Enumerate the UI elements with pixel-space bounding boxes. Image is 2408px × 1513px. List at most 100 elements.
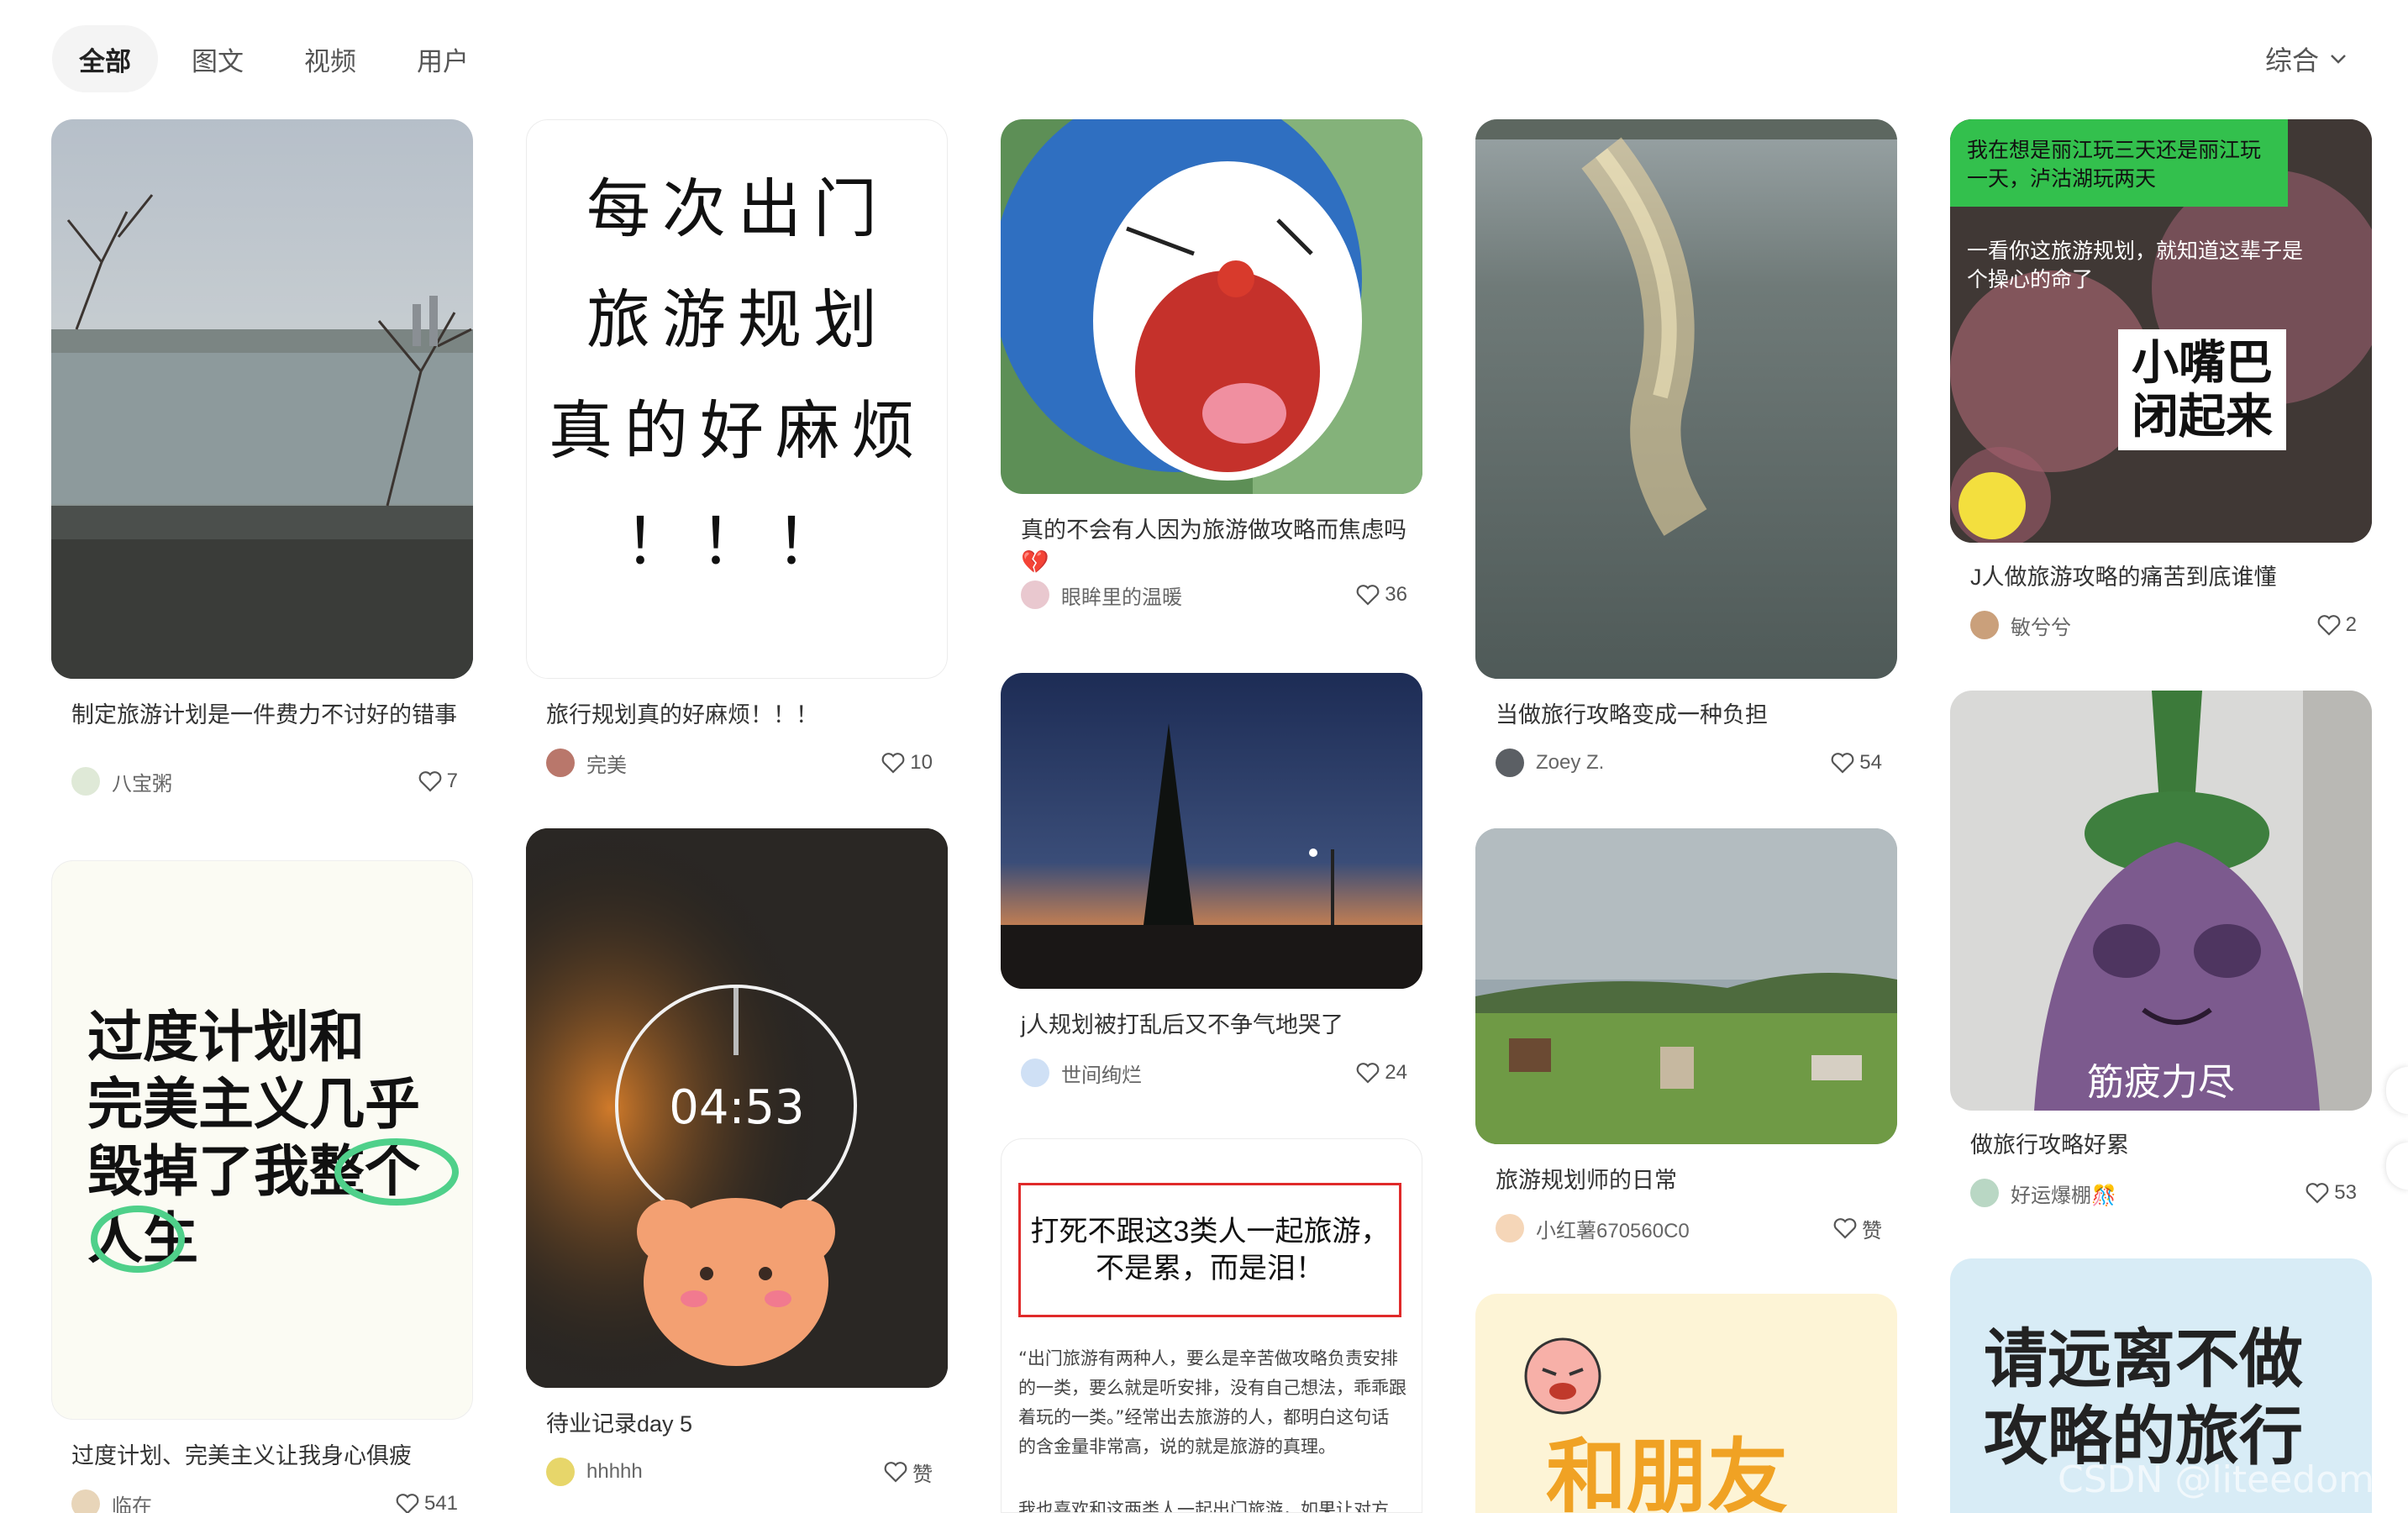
emoji-sticker <box>1958 472 2026 539</box>
note-cover-image[interactable]: 我在想是丽江玩三天还是丽江玩一天，泸沽湖玩两天 一看你这旅游规划，就知道这辈子是… <box>1950 119 2372 543</box>
avatar[interactable] <box>71 767 100 796</box>
note-title[interactable]: j人规划被打乱后又不争气地哭了 <box>1021 1009 1407 1041</box>
note-cover-image[interactable] <box>1475 119 1897 679</box>
note-meta: 眼眸里的温暖 36 <box>1021 578 1407 612</box>
heart-icon <box>2317 615 2341 636</box>
like-button[interactable]: 2 <box>2317 613 2357 637</box>
cover-text: 每次出门 旅游规划 真的好麻烦 ！！！ <box>549 171 927 579</box>
avatar[interactable] <box>1970 611 1999 639</box>
note-title[interactable]: 待业记录day 5 <box>546 1408 933 1440</box>
author-name[interactable]: 敏兮兮 <box>2011 611 2317 640</box>
note-meta: 完美 10 <box>546 746 933 780</box>
sort-label: 综合 <box>2264 45 2319 76</box>
heart-icon <box>418 771 442 792</box>
cover-text: 筋疲力尽 <box>2087 1061 2235 1104</box>
note-meta: 世间绚烂 24 <box>1021 1056 1407 1090</box>
avatar[interactable] <box>71 1489 100 1513</box>
heart-icon <box>881 753 905 774</box>
note-meta: 小红薯670560C0 赞 <box>1496 1211 1882 1245</box>
like-count: 24 <box>1385 1061 1407 1084</box>
note-title[interactable]: 过度计划、完美主义让我身心俱疲 <box>71 1440 458 1472</box>
author-name[interactable]: 临在 <box>112 1489 396 1513</box>
note-cover-image[interactable]: 04:53 <box>526 828 948 1388</box>
heart-icon <box>1356 585 1380 606</box>
heart-icon <box>1833 1218 1857 1239</box>
note-cover-image[interactable] <box>1001 119 1422 494</box>
sort-dropdown[interactable]: 综合 <box>2265 35 2349 82</box>
author-name[interactable]: 八宝粥 <box>112 767 418 796</box>
note-cover-image[interactable]: 打死不跟这3类人一起旅游， 不是累，而是泪！ “出门旅游有两种人，要么是辛苦做攻… <box>1001 1138 1422 1513</box>
note-cover-image[interactable]: 和朋友 <box>1475 1294 1897 1513</box>
timer-text: 04:53 <box>669 1080 805 1135</box>
like-count: 36 <box>1385 583 1407 606</box>
like-button[interactable]: 7 <box>418 770 458 793</box>
like-button[interactable]: 53 <box>2305 1181 2357 1205</box>
author-name[interactable]: 眼眸里的温暖 <box>1061 581 1356 610</box>
avatar[interactable] <box>1496 1214 1524 1242</box>
author-name[interactable]: hhhhh <box>586 1460 884 1484</box>
avatar[interactable] <box>1496 749 1524 777</box>
heart-icon <box>1831 753 1854 774</box>
chat-bubble: 一看你这旅游规划，就知道这辈子是个操心的命了 <box>1967 239 2304 292</box>
like-count: 7 <box>446 770 458 792</box>
note-cover-image[interactable]: 每次出门 旅游规划 真的好麻烦 ！！！ <box>526 119 948 679</box>
note-cover-image[interactable]: 筋疲力尽 <box>1950 691 2372 1111</box>
filter-tabs: 全部 图文 视频 用户 <box>52 25 502 92</box>
note-title[interactable]: 旅行规划真的好麻烦！！！ <box>546 699 933 731</box>
author-name[interactable]: 完美 <box>586 749 881 778</box>
avatar[interactable] <box>1021 581 1049 609</box>
sticker-text: 小嘴巴 闭起来 <box>2118 329 2286 450</box>
note-meta: hhhhh 赞 <box>546 1455 933 1489</box>
like-count: 赞 <box>1862 1219 1882 1242</box>
note-meta: 好运爆棚🎊 53 <box>1970 1176 2357 1210</box>
avatar[interactable] <box>1021 1059 1049 1087</box>
note-cover-image[interactable]: 过度计划和 完美主义几乎 毁掉了我整个 人生 <box>51 860 473 1420</box>
search-results-page: 全部 图文 视频 用户 综合 制定旅游计划是一件费力不讨好的错事 八宝粥 7 过… <box>0 0 2408 1513</box>
cover-text: 和朋友 <box>1546 1430 1788 1513</box>
note-cover-image[interactable] <box>51 119 473 679</box>
tab-all[interactable]: 全部 <box>52 25 158 92</box>
avatar[interactable] <box>546 749 575 777</box>
note-meta: 临在 541 <box>71 1487 458 1513</box>
author-name[interactable]: 好运爆棚🎊 <box>2011 1179 2305 1208</box>
like-button[interactable]: 541 <box>396 1492 458 1513</box>
note-meta: 八宝粥 7 <box>71 764 458 798</box>
note-meta: 敏兮兮 2 <box>1970 608 2357 642</box>
like-button[interactable]: 24 <box>1356 1061 1407 1085</box>
note-cover-image[interactable] <box>1475 828 1897 1144</box>
note-title[interactable]: 旅游规划师的日常 <box>1496 1164 1882 1196</box>
like-button[interactable]: 54 <box>1831 751 1882 775</box>
avatar[interactable] <box>546 1458 575 1486</box>
like-button[interactable]: 36 <box>1356 583 1407 607</box>
like-count: 53 <box>2334 1181 2357 1204</box>
tab-notes[interactable]: 图文 <box>165 25 271 92</box>
like-button[interactable]: 赞 <box>1833 1214 1882 1243</box>
author-name[interactable]: 世间绚烂 <box>1061 1059 1356 1088</box>
tab-users[interactable]: 用户 <box>390 25 496 92</box>
cover-body-text: “出门旅游有两种人，要么是辛苦做攻略负责安排的一类，要么就是听安排，没有自己想法… <box>1018 1348 1406 1457</box>
heart-icon <box>2305 1183 2329 1204</box>
side-toolbar-button[interactable] <box>2386 1067 2408 1114</box>
note-title[interactable]: J人做旅游攻略的痛苦到底谁懂 <box>1970 561 2357 593</box>
note-title[interactable]: 做旅行攻略好累 <box>1970 1129 2357 1161</box>
note-title[interactable]: 制定旅游计划是一件费力不讨好的错事 <box>71 699 458 731</box>
side-toolbar-button[interactable] <box>2386 1143 2408 1190</box>
chat-bubble: 我在想是丽江玩三天还是丽江玩一天，泸沽湖玩两天 <box>1950 119 2288 207</box>
like-count: 2 <box>2345 613 2357 636</box>
like-count: 赞 <box>912 1463 933 1486</box>
like-button[interactable]: 10 <box>881 751 933 775</box>
like-count: 541 <box>423 1492 458 1513</box>
note-meta: Zoey Z. 54 <box>1496 746 1882 780</box>
note-cover-image[interactable] <box>1001 673 1422 989</box>
heart-icon <box>884 1462 907 1483</box>
like-button[interactable]: 赞 <box>884 1458 933 1487</box>
tab-video[interactable]: 视频 <box>277 25 383 92</box>
cover-headline: 打死不跟这3类人一起旅游， 不是累，而是泪！ <box>1018 1183 1401 1317</box>
author-name[interactable]: 小红薯670560C0 <box>1536 1214 1833 1243</box>
author-name[interactable]: Zoey Z. <box>1536 751 1831 775</box>
chevron-down-icon <box>2331 55 2346 64</box>
heart-icon <box>396 1494 419 1513</box>
avatar[interactable] <box>1970 1179 1999 1207</box>
note-title[interactable]: 真的不会有人因为旅游做攻略而焦虑吗💔 <box>1021 514 1407 578</box>
note-title[interactable]: 当做旅行攻略变成一种负担 <box>1496 699 1882 731</box>
